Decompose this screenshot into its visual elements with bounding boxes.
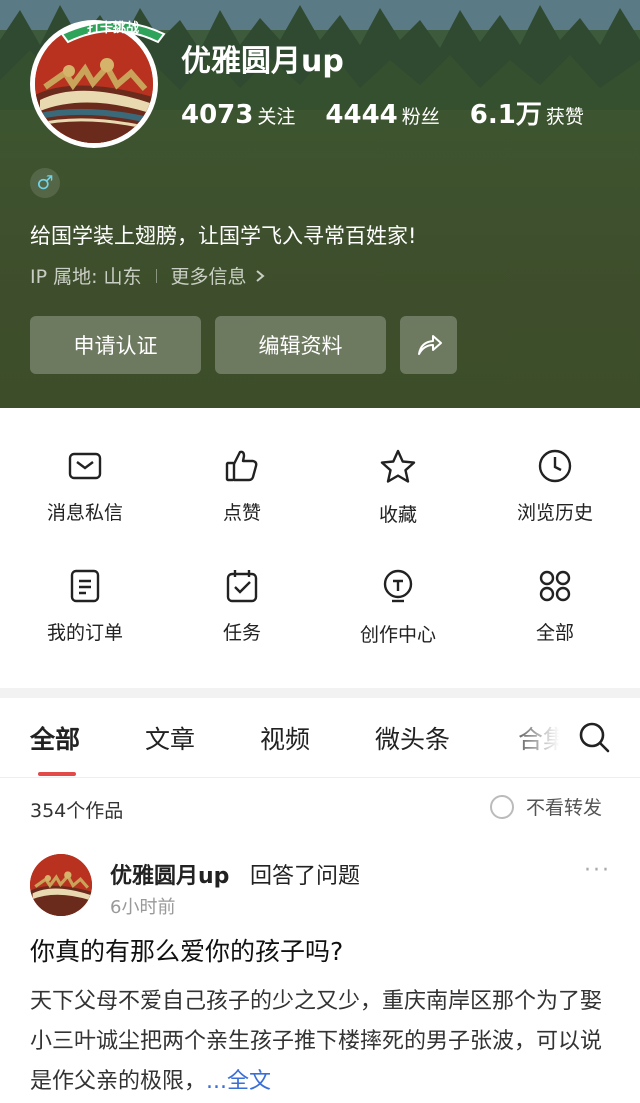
menu-history[interactable]: 浏览历史 [475, 408, 635, 524]
more-options-icon[interactable]: ··· [584, 858, 611, 883]
star-icon [378, 448, 418, 486]
tab-videos[interactable]: 视频 [260, 720, 310, 756]
profile-header: 打卡挑战 优雅圆月up 4073 关注 4444 粉丝 6.1万 获赞 ♂ 给国… [0, 0, 640, 408]
apply-verify-button[interactable]: 申请认证 [30, 316, 201, 374]
quick-menu: 消息私信 点赞 收藏 浏览历史 我的订单 任务 创作中心 全部 [0, 408, 640, 688]
ip-location: IP 属地: 山东 [30, 266, 142, 288]
hide-reposts-label: 不看转发 [526, 797, 603, 819]
edit-profile-button[interactable]: 编辑资料 [215, 316, 386, 374]
svg-text:打卡挑战: 打卡挑战 [87, 20, 139, 36]
menu-label: 点赞 [222, 502, 261, 524]
stat-followers[interactable]: 4444 粉丝 [325, 100, 439, 130]
stat-following[interactable]: 4073 关注 [181, 100, 295, 130]
divider [155, 268, 157, 283]
section-divider [0, 688, 640, 698]
checkin-badge: 打卡挑战 [60, 20, 166, 44]
menu-label: 收藏 [378, 504, 417, 526]
menu-likes[interactable]: 点赞 [162, 408, 322, 524]
post-timestamp: 6小时前 [110, 897, 176, 918]
menu-tasks[interactable]: 任务 [162, 528, 322, 644]
chevron-right-icon [255, 269, 265, 282]
menu-favorites[interactable]: 收藏 [318, 408, 478, 526]
menu-label: 全部 [535, 622, 574, 644]
calendar-check-icon [222, 568, 262, 604]
share-icon [417, 335, 442, 355]
profile-bio: 给国学装上翅膀，让国学飞入寻常百姓家! [30, 224, 417, 248]
gender-symbol: ♂ [36, 172, 54, 194]
radio-unchecked-icon [490, 794, 514, 819]
search-icon[interactable] [577, 720, 611, 754]
post-title[interactable]: 你真的有那么爱你的孩子吗? [30, 932, 343, 968]
grid-icon [535, 568, 575, 604]
works-count: 354个作品 [30, 800, 124, 822]
hide-reposts-toggle[interactable]: 不看转发 [490, 793, 602, 820]
tab-all[interactable]: 全部 [30, 720, 80, 756]
post-ellipsis: ... [206, 1069, 227, 1094]
mail-icon [65, 448, 105, 484]
stat-number: 4444 [325, 100, 398, 130]
tab-articles[interactable]: 文章 [145, 720, 195, 756]
post-author-avatar[interactable] [30, 854, 92, 916]
post-body-text: 天下父母不爱自己孩子的少之又少，重庆南岸区那个为了娶小三叶诚尘把两个亲生孩子推下… [30, 989, 603, 1094]
stat-number: 4073 [181, 100, 254, 130]
menu-label: 创作中心 [359, 624, 436, 646]
tab-micro-headlines[interactable]: 微头条 [375, 720, 450, 756]
active-tab-indicator [38, 772, 76, 776]
menu-messages[interactable]: 消息私信 [5, 408, 165, 524]
order-icon [65, 568, 105, 604]
more-info-link[interactable]: 更多信息 [171, 262, 247, 289]
clock-icon [535, 448, 575, 484]
ip-info-line: IP 属地: 山东 更多信息 [30, 262, 267, 289]
share-button[interactable] [400, 316, 457, 374]
stat-label: 关注 [257, 106, 296, 128]
profile-stats: 4073 关注 4444 粉丝 6.1万 获赞 [181, 94, 614, 131]
post-body[interactable]: 天下父母不爱自己孩子的少之又少，重庆南岸区那个为了娶小三叶诚尘把两个亲生孩子推下… [30, 982, 610, 1102]
stat-label: 获赞 [545, 106, 584, 128]
menu-label: 消息私信 [46, 502, 123, 524]
menu-orders[interactable]: 我的订单 [5, 528, 165, 644]
menu-label: 任务 [222, 622, 261, 644]
lightbulb-icon [378, 568, 418, 606]
menu-label: 浏览历史 [516, 502, 593, 524]
read-more-link[interactable]: 全文 [227, 1069, 271, 1094]
stat-label: 粉丝 [401, 106, 440, 128]
menu-all[interactable]: 全部 [475, 528, 635, 644]
content-tabs: 全部 文章 视频 微头条 合集 [0, 698, 640, 778]
stat-number: 6.1万 [469, 100, 542, 130]
stat-likes[interactable]: 6.1万 获赞 [470, 94, 584, 131]
thumbs-up-icon [222, 448, 262, 484]
tab-fade-overlay [500, 698, 570, 776]
menu-creator-center[interactable]: 创作中心 [318, 528, 478, 646]
gender-male-icon: ♂ [30, 168, 60, 198]
menu-label: 我的订单 [46, 622, 123, 644]
profile-username: 优雅圆月up [181, 44, 344, 79]
post-author-name[interactable]: 优雅圆月up [110, 858, 229, 890]
post-action-text: 回答了问题 [250, 864, 361, 889]
